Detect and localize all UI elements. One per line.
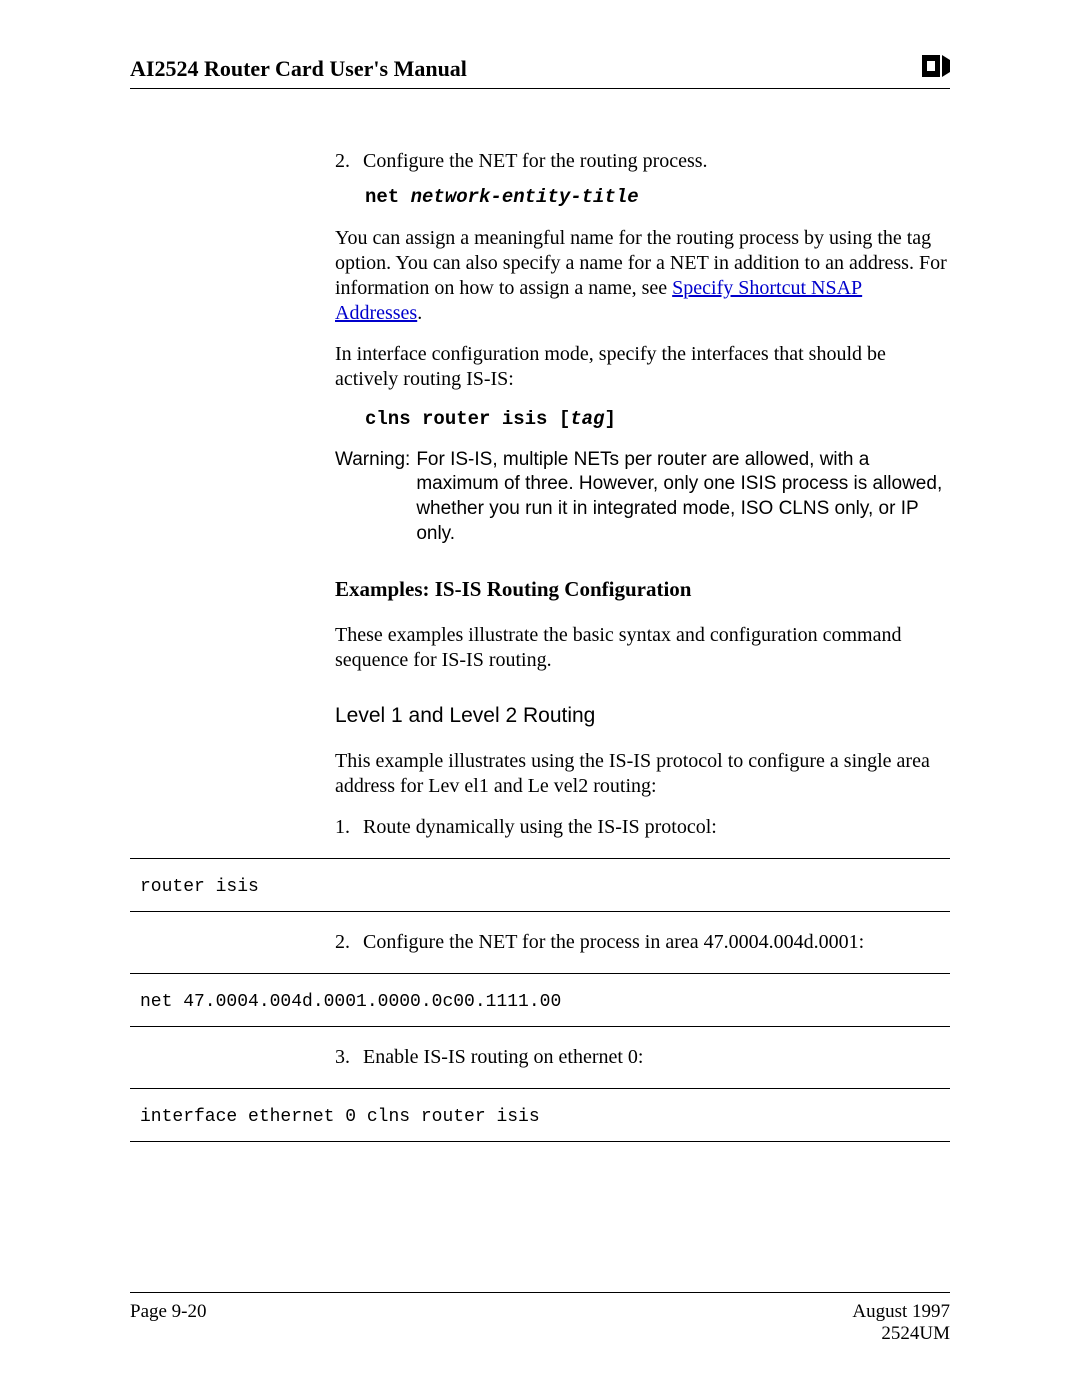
document-page: AI2524 Router Card User's Manual 2. Conf… bbox=[0, 0, 1080, 1400]
list-item: 2. Configure the NET for the process in … bbox=[335, 930, 950, 955]
list-number: 2. bbox=[335, 930, 363, 955]
list-number: 3. bbox=[335, 1045, 363, 1070]
code-keyword: clns router isis [ bbox=[365, 408, 570, 430]
main-content: 2. Configure the NET for the process in … bbox=[335, 930, 950, 955]
section-heading: Examples: IS-IS Routing Configuration bbox=[335, 576, 950, 602]
page-number: Page 9-20 bbox=[130, 1301, 207, 1345]
warning-text: For IS-IS, multiple NETs per router are … bbox=[416, 448, 950, 547]
main-content: 2. Configure the NET for the routing pro… bbox=[335, 149, 950, 840]
main-content: 3. Enable IS-IS routing on ethernet 0: bbox=[335, 1045, 950, 1070]
paragraph: You can assign a meaningful name for the… bbox=[335, 226, 950, 326]
code-argument: tag bbox=[570, 408, 604, 430]
list-number: 2. bbox=[335, 149, 363, 174]
list-text: Configure the NET for the process in are… bbox=[363, 930, 864, 955]
code-block: net 47.0004.004d.0001.0000.0c00.1111.00 bbox=[130, 974, 950, 1026]
code-keyword: net bbox=[365, 186, 411, 208]
code-keyword: ] bbox=[604, 408, 615, 430]
list-item: 1. Route dynamically using the IS-IS pro… bbox=[335, 815, 950, 840]
list-text: Route dynamically using the IS-IS protoc… bbox=[363, 815, 717, 840]
divider bbox=[130, 1141, 950, 1142]
company-logo-icon bbox=[922, 55, 950, 82]
divider bbox=[130, 1026, 950, 1027]
subsection-heading: Level 1 and Level 2 Routing bbox=[335, 703, 950, 729]
code-block: interface ethernet 0 clns router isis bbox=[130, 1089, 950, 1141]
warning-block: Warning: For IS-IS, multiple NETs per ro… bbox=[335, 448, 950, 547]
header-title: AI2524 Router Card User's Manual bbox=[130, 56, 467, 82]
footer-date: August 1997 bbox=[852, 1301, 950, 1323]
code-line: clns router isis [tag] bbox=[365, 408, 950, 432]
paragraph: This example illustrates using the IS-IS… bbox=[335, 749, 950, 799]
list-item: 3. Enable IS-IS routing on ethernet 0: bbox=[335, 1045, 950, 1070]
list-text: Configure the NET for the routing proces… bbox=[363, 149, 708, 174]
code-block-container: router isis bbox=[130, 858, 950, 912]
footer-docnum: 2524UM bbox=[852, 1323, 950, 1345]
code-argument: network-entity-title bbox=[411, 186, 639, 208]
code-block-container: net 47.0004.004d.0001.0000.0c00.1111.00 bbox=[130, 973, 950, 1027]
code-block-container: interface ethernet 0 clns router isis bbox=[130, 1088, 950, 1142]
paragraph: In interface configuration mode, specify… bbox=[335, 342, 950, 392]
page-footer: Page 9-20 August 1997 2524UM bbox=[130, 1292, 950, 1345]
list-item: 2. Configure the NET for the routing pro… bbox=[335, 149, 950, 174]
paragraph-text: . bbox=[417, 302, 422, 324]
list-number: 1. bbox=[335, 815, 363, 840]
code-block: router isis bbox=[130, 859, 950, 911]
page-header: AI2524 Router Card User's Manual bbox=[130, 55, 950, 89]
divider bbox=[130, 911, 950, 912]
code-line: net network-entity-title bbox=[365, 186, 950, 210]
list-text: Enable IS-IS routing on ethernet 0: bbox=[363, 1045, 644, 1070]
paragraph: These examples illustrate the basic synt… bbox=[335, 623, 950, 673]
warning-label: Warning: bbox=[335, 448, 410, 547]
footer-right: August 1997 2524UM bbox=[852, 1301, 950, 1345]
